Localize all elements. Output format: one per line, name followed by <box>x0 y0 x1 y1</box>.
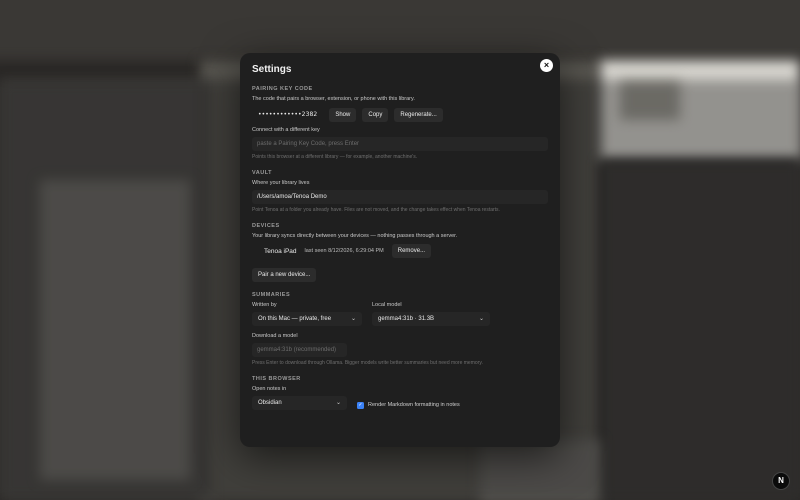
local-model-group: Local model gemma4:31b · 31.3B ⌄ <box>372 302 490 326</box>
background-shape <box>0 0 800 60</box>
pairing-key-row: ••••••••••••2382 Show Copy Regenerate... <box>252 107 548 122</box>
render-markdown-label: Render Markdown formatting in notes <box>368 402 460 408</box>
modal-title: Settings <box>252 64 292 75</box>
browser-section: THIS BROWSER Open notes in Obsidian ⌄ ✓ … <box>252 376 548 410</box>
download-model-label: Download a model <box>252 333 298 339</box>
render-markdown-checkbox[interactable]: ✓ <box>357 401 364 409</box>
masked-pairing-key: ••••••••••••2382 <box>258 111 318 118</box>
summaries-selects: Written by On this Mac — private, free ⌄… <box>252 302 548 326</box>
device-row: Tenoa iPad last seen 8/12/2026, 6:29:04 … <box>252 244 548 258</box>
written-by-label: Written by <box>252 302 277 308</box>
regenerate-key-button[interactable]: Regenerate... <box>394 107 443 122</box>
chevron-down-icon: ⌄ <box>478 316 484 322</box>
device-last-seen: last seen 8/12/2026, 6:29:04 PM <box>304 248 384 254</box>
connect-key-label: Connect with a different key <box>252 127 320 133</box>
local-model-value: gemma4:31b · 31.3B <box>378 316 435 322</box>
vault-section-label: VAULT <box>252 170 273 176</box>
vault-section: VAULT Where your library lives /Users/am… <box>252 170 548 213</box>
chevron-down-icon: ⌄ <box>335 400 341 406</box>
local-model-select[interactable]: gemma4:31b · 31.3B ⌄ <box>372 312 490 326</box>
devices-section-label: DEVICES <box>252 223 280 229</box>
local-model-label: Local model <box>372 302 402 308</box>
pairing-section: PAIRING KEY CODE The code that pairs a b… <box>252 86 548 160</box>
connect-key-input[interactable]: paste a Pairing Key Code, press Enter <box>252 137 548 151</box>
devices-description: Your library syncs directly between your… <box>252 233 458 239</box>
written-by-group: Written by On this Mac — private, free ⌄ <box>252 302 362 326</box>
settings-modal: × Settings PAIRING KEY CODE The code tha… <box>240 53 560 447</box>
written-by-value: On this Mac — private, free <box>258 316 332 322</box>
vault-path-input[interactable]: /Users/amoa/Tenoa Demo <box>252 190 548 204</box>
devices-section: DEVICES Your library syncs directly betw… <box>252 223 548 282</box>
written-by-select[interactable]: On this Mac — private, free ⌄ <box>252 312 362 326</box>
open-notes-select[interactable]: Obsidian ⌄ <box>252 396 347 410</box>
open-notes-value: Obsidian <box>258 400 282 406</box>
device-name: Tenoa iPad <box>264 247 297 255</box>
download-model-input[interactable]: gemma4:31b (recommended) <box>252 343 347 357</box>
download-model-hint: Press Enter to download through Ollama. … <box>252 360 483 366</box>
browser-row: Obsidian ⌄ ✓ Render Markdown formatting … <box>252 396 548 410</box>
vault-path-label: Where your library lives <box>252 180 310 186</box>
open-notes-label: Open notes in <box>252 386 287 392</box>
pairing-description: The code that pairs a browser, extension… <box>252 96 415 102</box>
chevron-down-icon: ⌄ <box>350 316 356 322</box>
remove-device-button[interactable]: Remove... <box>391 244 432 258</box>
summaries-section-label: SUMMARIES <box>252 292 291 298</box>
render-markdown-option: ✓ Render Markdown formatting in notes <box>357 401 460 409</box>
connect-key-hint: Points this browser at a different libra… <box>252 154 418 160</box>
summaries-section: SUMMARIES Written by On this Mac — priva… <box>252 292 548 366</box>
vault-hint: Point Tenoa at a folder you already have… <box>252 207 500 213</box>
copy-key-button[interactable]: Copy <box>362 107 389 122</box>
app-logo-icon[interactable]: N <box>772 472 790 490</box>
close-button[interactable]: × <box>540 59 553 72</box>
browser-section-label: THIS BROWSER <box>252 376 301 382</box>
show-key-button[interactable]: Show <box>329 107 357 122</box>
pair-device-button[interactable]: Pair a new device... <box>252 268 317 282</box>
pairing-section-label: PAIRING KEY CODE <box>252 86 313 92</box>
